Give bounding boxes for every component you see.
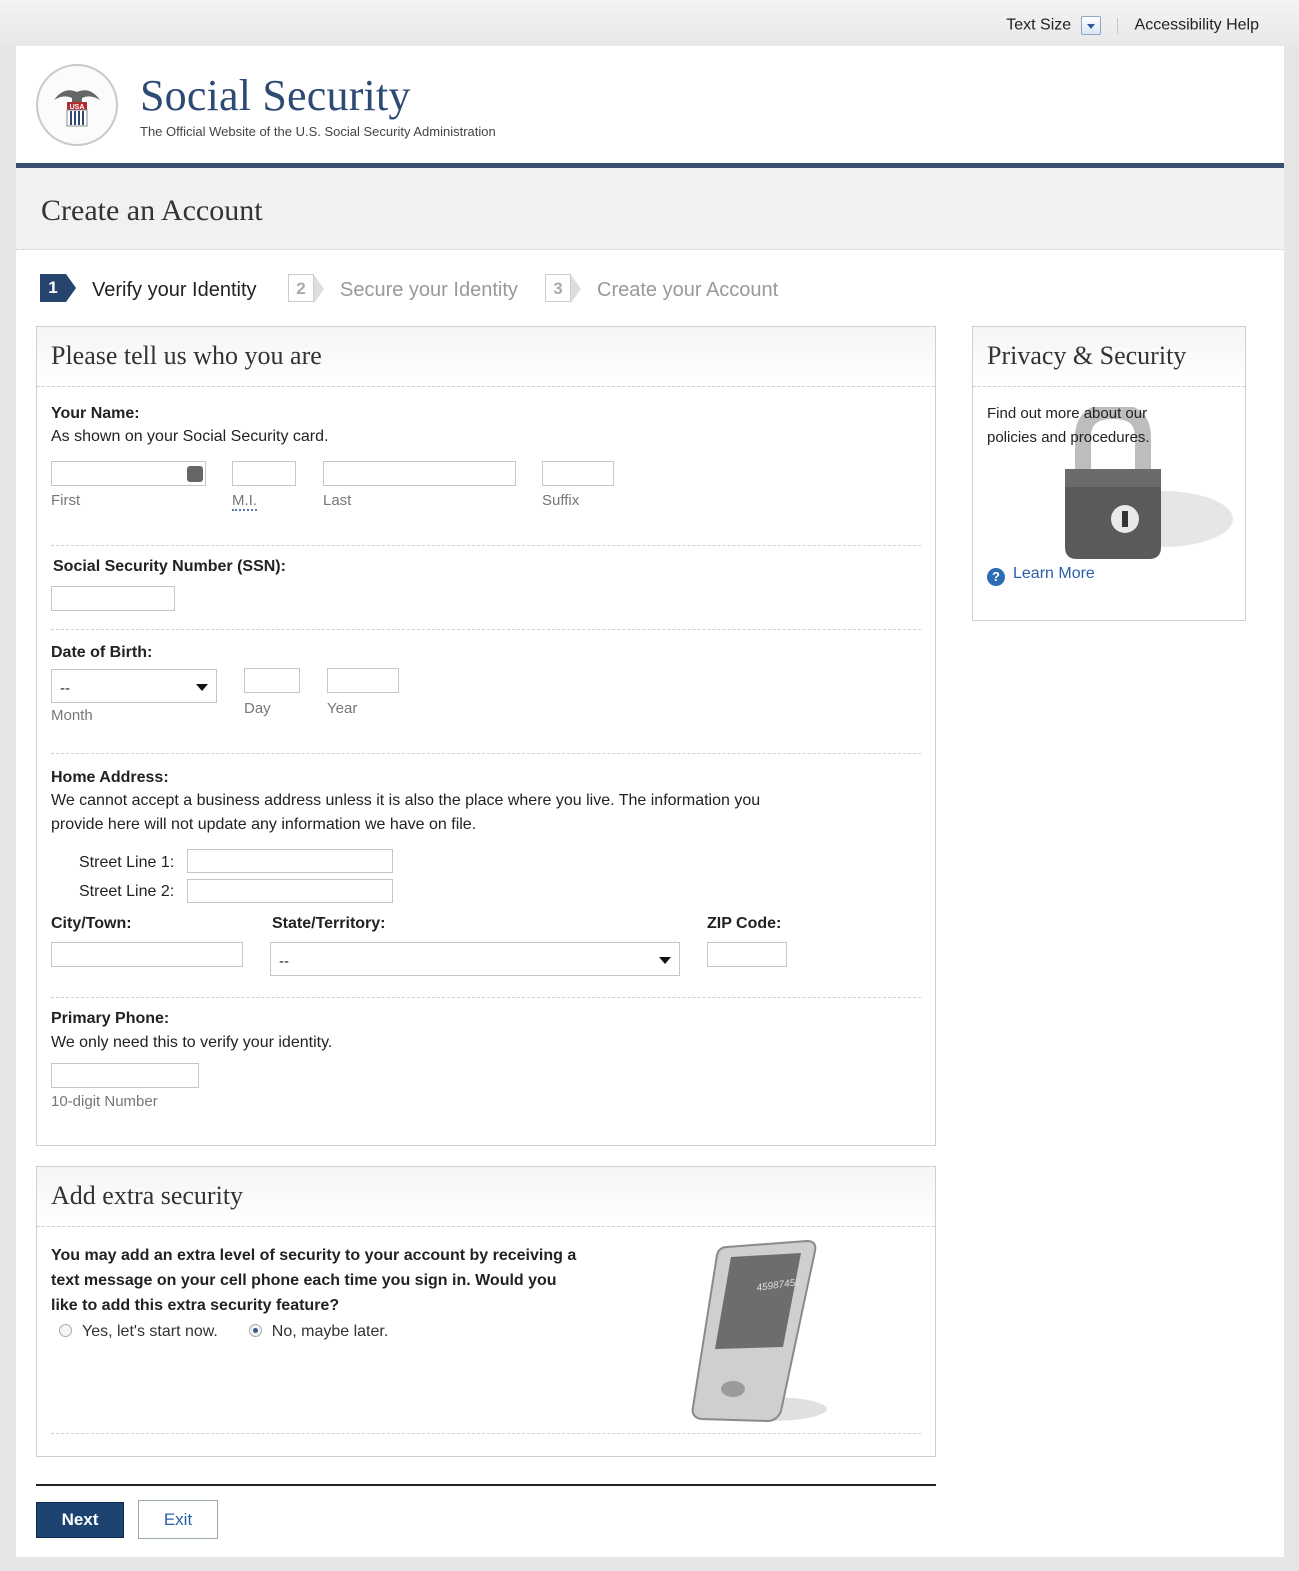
state-value: --	[279, 953, 289, 970]
section-divider	[51, 753, 921, 754]
privacy-security-panel: Privacy & Security Find out more about o…	[972, 326, 1246, 621]
extra-security-heading: Add extra security	[51, 1181, 244, 1210]
year-caption: Year	[327, 700, 358, 717]
text-size-dropdown-icon[interactable]	[1080, 16, 1101, 35]
address-hint-line-1: We cannot accept a business address unle…	[51, 792, 761, 809]
eagle-icon: USA	[54, 90, 100, 127]
site-subtitle: The Official Website of the U.S. Social …	[140, 124, 496, 139]
name-hint: As shown on your Social Security card.	[51, 428, 329, 445]
extra-security-line-3: like to add this extra security feature?	[51, 1297, 340, 1314]
page-title: Create an Account	[41, 194, 263, 227]
birth-month-value: --	[60, 680, 70, 697]
suffix-caption: Suffix	[542, 492, 580, 509]
suffix-input[interactable]	[542, 461, 614, 486]
section-divider	[51, 997, 921, 998]
address-hint-line-2: provide here will not update any informa…	[51, 816, 477, 833]
privacy-panel-heading: Privacy & Security	[987, 341, 1187, 370]
step-label: Verify your Identity	[92, 279, 257, 301]
text-size-label[interactable]: Text Size	[1006, 17, 1071, 34]
name-label: Your Name:	[51, 405, 140, 422]
street-line-2-input[interactable]	[187, 879, 393, 903]
extra-security-text: You may add an extra level of security t…	[51, 1243, 576, 1318]
page-title-bar: Create an Account	[16, 168, 1284, 250]
site-title[interactable]: Social Security	[140, 70, 411, 121]
privacy-panel-header: Privacy & Security	[973, 327, 1245, 387]
section-divider	[51, 629, 921, 630]
extra-security-panel: Add extra security You may add an extra …	[36, 1166, 936, 1457]
autofill-key-icon[interactable]	[187, 466, 203, 482]
radio-yes[interactable]	[59, 1324, 72, 1337]
accessibility-help-link[interactable]: Accessibility Help	[1135, 17, 1259, 34]
middle-initial-caption[interactable]: M.I.	[232, 492, 257, 511]
street-line-1-label: Street Line 1:	[79, 854, 175, 871]
dropdown-arrow-icon	[659, 957, 671, 964]
ssa-seal-icon[interactable]: USA	[36, 64, 118, 146]
exit-button[interactable]: Exit	[138, 1500, 218, 1539]
first-name-input[interactable]	[51, 461, 206, 486]
step-number: 1	[40, 274, 76, 302]
step-1: 1 Verify your Identity	[40, 271, 280, 305]
day-caption: Day	[244, 700, 271, 717]
month-caption: Month	[51, 707, 93, 724]
radio-no[interactable]	[248, 1324, 262, 1337]
identity-panel-header: Please tell us who you are	[37, 327, 935, 387]
extra-security-line-1: You may add an extra level of security t…	[51, 1247, 577, 1264]
street-line-2-label: Street Line 2:	[79, 883, 175, 900]
phone-label: Primary Phone:	[51, 1010, 170, 1027]
step-label: Secure your Identity	[340, 279, 518, 301]
state-select[interactable]: --	[270, 942, 680, 976]
ssn-label: Social Security Number (SSN):	[53, 558, 286, 575]
middle-initial-input[interactable]	[232, 461, 296, 486]
step-3: 3 Create your Account	[545, 271, 825, 305]
state-label: State/Territory:	[272, 915, 386, 932]
privacy-text: Find out more about our policies and pro…	[987, 402, 1150, 450]
utility-divider	[1117, 17, 1119, 34]
city-input[interactable]	[51, 942, 243, 967]
utility-bar: Text Size Accessibility Help	[0, 0, 1299, 46]
page-container: USA Social Security The Official Website…	[16, 46, 1284, 1557]
step-label: Create your Account	[597, 279, 779, 301]
help-icon[interactable]: ?	[987, 568, 1005, 586]
step-2: 2 Secure your Identity	[288, 271, 528, 305]
ssn-input[interactable]	[51, 586, 175, 611]
section-divider	[51, 545, 921, 546]
identity-panel-heading: Please tell us who you are	[51, 341, 322, 370]
address-label: Home Address:	[51, 769, 169, 786]
last-name-input[interactable]	[323, 461, 516, 486]
section-divider	[51, 1433, 921, 1434]
privacy-text-line-1: Find out more about our	[987, 405, 1148, 422]
birth-year-input[interactable]	[327, 668, 399, 693]
street-line-1-input[interactable]	[187, 849, 393, 873]
phone-caption: 10-digit Number	[51, 1093, 158, 1110]
city-label: City/Town:	[51, 915, 132, 932]
step-number: 2	[288, 274, 324, 303]
birth-day-input[interactable]	[244, 668, 300, 693]
progress-steps: 1 Verify your Identity 2 Secure your Ide…	[40, 271, 840, 307]
learn-more-link[interactable]: Learn More	[1013, 565, 1095, 582]
first-name-caption: First	[51, 492, 81, 509]
identity-panel: Please tell us who you are Your Name: As…	[36, 326, 936, 1146]
step-number: 3	[545, 274, 581, 303]
seal-text: USA	[70, 104, 85, 111]
site-header: USA Social Security The Official Website…	[16, 46, 1284, 163]
birth-month-select[interactable]: --	[51, 669, 217, 703]
learn-more-link-row[interactable]: ? Learn More	[987, 565, 1095, 586]
actions-divider	[36, 1484, 936, 1486]
extra-security-header: Add extra security	[37, 1167, 935, 1227]
utility-links: Text Size Accessibility Help	[1006, 16, 1259, 35]
option-no-label[interactable]: No, maybe later.	[272, 1323, 389, 1340]
zip-input[interactable]	[707, 942, 787, 967]
extra-security-line-2: text message on your cell phone each tim…	[51, 1272, 557, 1289]
dob-label: Date of Birth:	[51, 644, 153, 661]
zip-label: ZIP Code:	[707, 915, 782, 932]
next-button[interactable]: Next	[36, 1502, 124, 1538]
option-yes-label[interactable]: Yes, let's start now.	[82, 1323, 218, 1340]
phone-hint: We only need this to verify your identit…	[51, 1034, 333, 1051]
cell-phone-icon: 45987452	[691, 1239, 827, 1423]
phone-input[interactable]	[51, 1063, 199, 1088]
security-options: Yes, let's start now. No, maybe later.	[59, 1323, 388, 1341]
dropdown-arrow-icon	[196, 684, 208, 691]
last-name-caption: Last	[323, 492, 352, 509]
privacy-text-line-2: policies and procedures.	[987, 429, 1150, 446]
